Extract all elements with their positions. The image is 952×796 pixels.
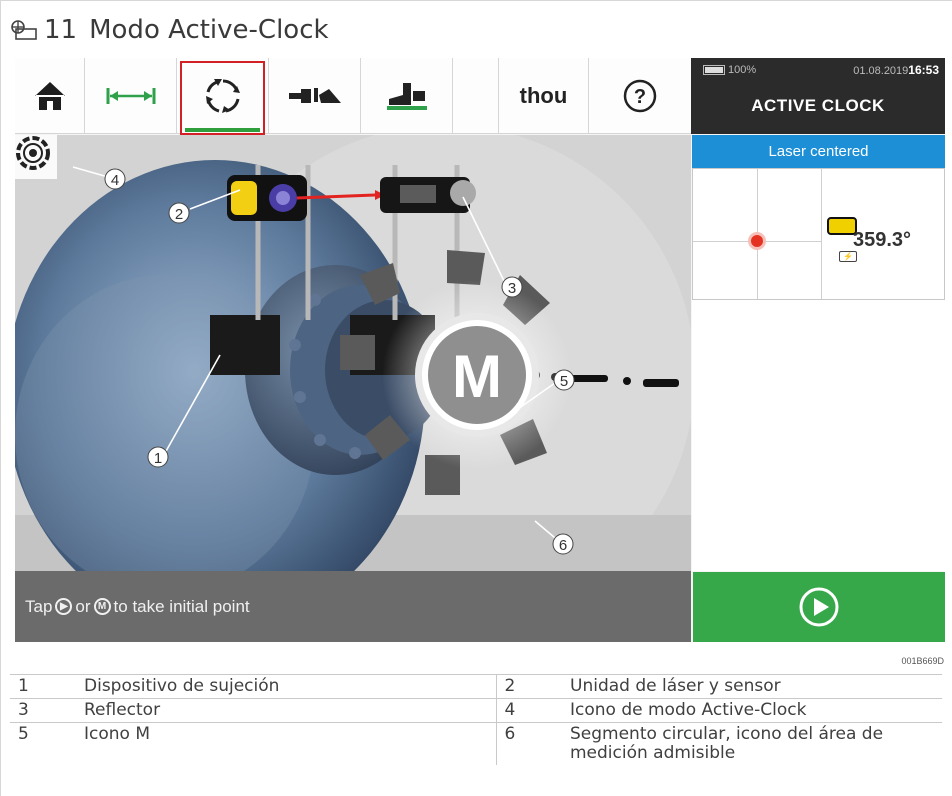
active-clock-mode-icon — [16, 136, 50, 170]
dimensions-icon — [106, 88, 155, 104]
play-button[interactable] — [693, 572, 945, 642]
active-clock-tab[interactable] — [177, 58, 269, 135]
device-screen: thou ? 100% 01.08.201916:53 ACTIVE CLOCK — [15, 58, 945, 642]
home-button[interactable] — [15, 58, 85, 134]
figure-number: 11 — [44, 15, 78, 45]
svg-text:3: 3 — [508, 280, 516, 297]
legend-text: Icono M — [76, 722, 496, 765]
alignment-icon — [288, 88, 341, 103]
battery-indicator: 100% — [703, 64, 756, 76]
charging-icon: ⚡ — [839, 251, 857, 262]
play-icon — [799, 587, 839, 627]
m-button-label[interactable]: M — [452, 343, 502, 410]
figure-icon — [11, 20, 37, 40]
selection-highlight — [180, 61, 265, 135]
laser-dot — [751, 235, 763, 247]
legend-number: 5 — [10, 722, 76, 765]
legend-text: Unidad de láser y sensor — [562, 674, 942, 699]
legend-number: 2 — [495, 674, 562, 699]
dimensions-button[interactable] — [85, 58, 177, 134]
time: 16:53 — [908, 63, 939, 77]
legend-row: 5 Icono M 6 Segmento circular, icono del… — [10, 722, 942, 765]
battery-level: 100% — [728, 64, 757, 76]
svg-text:4: 4 — [111, 172, 119, 189]
soft-foot-icon — [386, 83, 427, 110]
svg-text:6: 6 — [559, 537, 567, 554]
status-panel: 100% 01.08.201916:53 ACTIVE CLOCK — [691, 58, 945, 134]
figure-id: 001B669D — [901, 656, 944, 666]
rotation-angle: 359.3° — [853, 229, 912, 251]
play-small-icon: ▶ — [55, 598, 73, 615]
help-icon: ? — [623, 79, 657, 113]
svg-text:2: 2 — [175, 206, 183, 223]
legend-text: Segmento circular, icono del área de med… — [562, 722, 942, 765]
svg-text:?: ? — [634, 86, 646, 108]
soft-foot-button[interactable] — [361, 58, 453, 134]
machine-illustration: M 4 2 3 5 1 6 — [15, 135, 691, 571]
callout-2: 2 — [168, 202, 190, 224]
legend-number: 4 — [495, 698, 562, 723]
hint-suffix: to take initial point — [113, 596, 250, 616]
machine-scene: M 4 2 3 5 1 6 — [15, 135, 691, 571]
figure-title: 11 Modo Active-Clock — [10, 10, 329, 50]
toolbar: thou ? — [15, 58, 691, 135]
svg-text:5: 5 — [560, 373, 568, 390]
callout-1: 1 — [147, 446, 169, 468]
laser-status-bar: Laser centered — [692, 135, 945, 168]
legend-text: Reflector — [76, 698, 496, 723]
legend-row: 1 Dispositivo de sujeción 2 Unidad de lá… — [10, 674, 942, 699]
legend-number: 6 — [495, 722, 562, 765]
date-time: 01.08.201916:53 — [853, 63, 939, 77]
home-icon — [34, 82, 65, 110]
target-vline — [757, 169, 758, 299]
units-button[interactable]: thou — [499, 58, 589, 134]
date: 01.08.2019 — [853, 65, 909, 77]
mode-title: ACTIVE CLOCK — [751, 96, 885, 115]
figure-title-text: Modo Active-Clock — [89, 15, 329, 45]
legend-text: Icono de modo Active-Clock — [562, 698, 942, 723]
callout-3: 3 — [501, 276, 523, 298]
callout-5: 5 — [553, 369, 575, 391]
m-small-icon: M — [93, 598, 111, 615]
hint-or: or — [75, 596, 91, 616]
hint-prefix: Tap — [25, 596, 53, 616]
legend-number: 1 — [10, 674, 76, 699]
panel-divider — [821, 169, 822, 299]
help-button[interactable]: ? — [589, 58, 691, 134]
legend-text: Dispositivo de sujeción — [76, 674, 496, 699]
battery-icon — [703, 65, 725, 75]
right-panel-blank — [692, 300, 945, 571]
legend-row: 3 Reflector 4 Icono de modo Active-Clock — [10, 698, 942, 723]
units-label: thou — [519, 83, 568, 108]
callout-6: 6 — [552, 533, 574, 555]
toolbar-spacer — [453, 58, 499, 134]
svg-text:1: 1 — [154, 450, 162, 467]
hint-bar: Tap ▶ or M to take initial point — [15, 571, 691, 642]
alignment-button[interactable] — [269, 58, 361, 134]
legend-table: 1 Dispositivo de sujeción 2 Unidad de lá… — [10, 674, 942, 765]
legend-number: 3 — [10, 698, 76, 723]
active-clock-mode-button[interactable] — [15, 135, 57, 179]
laser-target-panel: 359.3° ⚡ — [692, 168, 945, 300]
callout-4: 4 — [104, 168, 126, 190]
